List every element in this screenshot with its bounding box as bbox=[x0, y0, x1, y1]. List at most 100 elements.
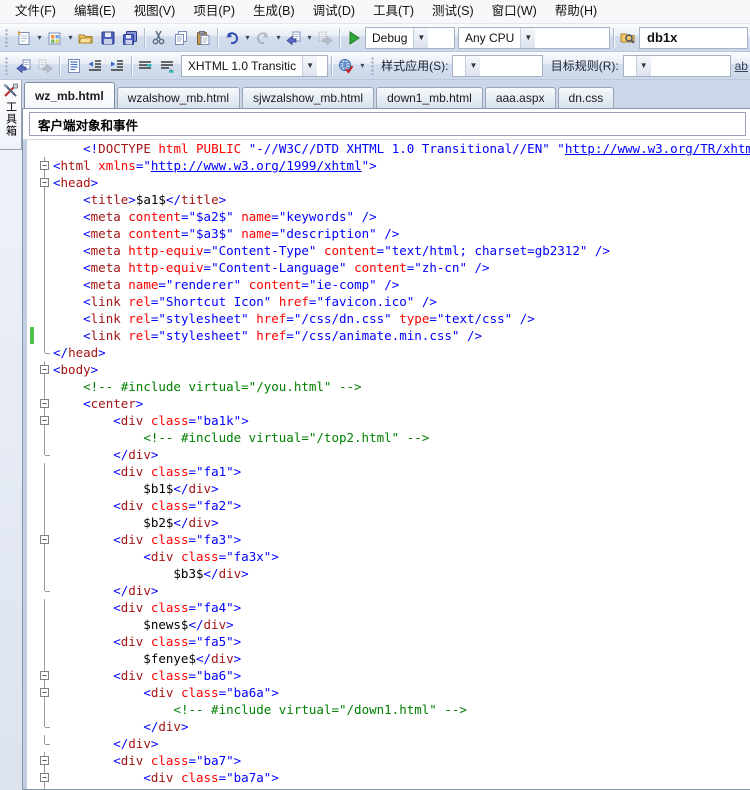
code-line[interactable]: </head> bbox=[27, 344, 750, 361]
tab-wzalshow-mb-html[interactable]: wzalshow_mb.html bbox=[117, 87, 240, 108]
code-line[interactable]: </div> bbox=[27, 735, 750, 752]
code-line[interactable]: − <div class="ba7a"> bbox=[27, 769, 750, 786]
save-icon[interactable] bbox=[97, 27, 119, 49]
code-line[interactable]: − <div class="ba6"> bbox=[27, 667, 750, 684]
code-line[interactable]: − <div class="ba1k"> bbox=[27, 412, 750, 429]
fold-toggle-icon[interactable]: − bbox=[40, 773, 49, 782]
code-line[interactable]: <div class="fa1"> bbox=[27, 463, 750, 480]
debug-config-combo[interactable]: Debug ▼ bbox=[365, 27, 455, 49]
copy-icon[interactable] bbox=[170, 27, 192, 49]
code-line[interactable]: −<head> bbox=[27, 174, 750, 191]
format-document-icon[interactable] bbox=[63, 55, 85, 77]
back-icon[interactable] bbox=[13, 55, 35, 77]
open-file-icon[interactable] bbox=[75, 27, 97, 49]
code-line[interactable]: $b1$</div> bbox=[27, 480, 750, 497]
paste-icon[interactable] bbox=[192, 27, 214, 49]
tab-sjwzalshow-mb-html[interactable]: sjwzalshow_mb.html bbox=[242, 87, 374, 108]
menu-item-7[interactable]: 测试(S) bbox=[423, 0, 483, 23]
new-file-dropdown-icon[interactable]: ▾ bbox=[35, 33, 44, 42]
tab-dn-css[interactable]: dn.css bbox=[558, 87, 615, 108]
toolbox-tab[interactable]: 工具箱 bbox=[0, 80, 22, 150]
code-line[interactable]: <!-- #include virtual="/top2.html" --> bbox=[27, 429, 750, 446]
doctype-combo[interactable]: XHTML 1.0 Transitic ▼ bbox=[181, 55, 328, 77]
comment-lines-icon[interactable] bbox=[135, 55, 157, 77]
fold-toggle-icon[interactable]: − bbox=[40, 671, 49, 680]
code-line[interactable]: − <div class="fa3"> bbox=[27, 531, 750, 548]
new-file-icon[interactable] bbox=[13, 27, 35, 49]
code-line[interactable]: $b2$</div> bbox=[27, 514, 750, 531]
code-line[interactable]: <div class="fa4"> bbox=[27, 599, 750, 616]
code-line[interactable]: <!-- #include virtual="/you.html" --> bbox=[27, 378, 750, 395]
navigate-forward-icon[interactable] bbox=[314, 27, 336, 49]
decrease-indent-icon[interactable] bbox=[85, 55, 107, 77]
redo-icon[interactable] bbox=[252, 27, 274, 49]
code-line[interactable]: <title>$a1$</title> bbox=[27, 191, 750, 208]
fold-toggle-icon[interactable]: − bbox=[40, 416, 49, 425]
start-debug-icon[interactable] bbox=[343, 27, 365, 49]
toolbar-grip[interactable] bbox=[5, 29, 10, 47]
redo-dropdown-icon[interactable]: ▾ bbox=[274, 33, 283, 42]
tab-wz-mb-html[interactable]: wz_mb.html bbox=[24, 82, 115, 108]
menu-item-4[interactable]: 生成(B) bbox=[244, 0, 304, 23]
check-style-icon[interactable] bbox=[335, 55, 357, 77]
code-line[interactable]: −<body> bbox=[27, 361, 750, 378]
code-line[interactable]: <!-- #include virtual="/down1.html" --> bbox=[27, 701, 750, 718]
fold-toggle-icon[interactable]: − bbox=[40, 535, 49, 544]
undo-dropdown-icon[interactable]: ▾ bbox=[243, 33, 252, 42]
code-line[interactable]: <link rel="stylesheet" href="/css/dn.css… bbox=[27, 310, 750, 327]
code-line[interactable]: <link rel="stylesheet" href="/css/animat… bbox=[27, 327, 750, 344]
fold-toggle-icon[interactable]: − bbox=[40, 178, 49, 187]
code-line[interactable]: − <center> bbox=[27, 395, 750, 412]
cut-icon[interactable] bbox=[148, 27, 170, 49]
tab-down1-mb-html[interactable]: down1_mb.html bbox=[376, 87, 483, 108]
code-line[interactable]: <!-- #include virtual="/down2.html" --> bbox=[27, 786, 750, 789]
code-line[interactable]: <link rel="Shortcut Icon" href="favicon.… bbox=[27, 293, 750, 310]
increase-indent-icon[interactable] bbox=[106, 55, 128, 77]
navigate-backward-dropdown-icon[interactable]: ▾ bbox=[305, 33, 314, 42]
uncomment-lines-icon[interactable] bbox=[156, 55, 178, 77]
code-line[interactable]: −<html xmlns="http://www.w3.org/1999/xht… bbox=[27, 157, 750, 174]
code-line[interactable]: </div> bbox=[27, 446, 750, 463]
code-line[interactable]: $b3$</div> bbox=[27, 565, 750, 582]
code-line[interactable]: $fenye$</div> bbox=[27, 650, 750, 667]
code-line[interactable]: − <div class="ba6a"> bbox=[27, 684, 750, 701]
menu-item-1[interactable]: 编辑(E) bbox=[65, 0, 125, 23]
target-rule-combo[interactable]: ▼ bbox=[623, 55, 731, 77]
code-line[interactable]: </div> bbox=[27, 718, 750, 735]
code-line[interactable]: <div class="fa5"> bbox=[27, 633, 750, 650]
menu-item-6[interactable]: 工具(T) bbox=[364, 0, 423, 23]
menu-item-3[interactable]: 项目(P) bbox=[184, 0, 244, 23]
tab-aaa-aspx[interactable]: aaa.aspx bbox=[485, 87, 556, 108]
menu-item-2[interactable]: 视图(V) bbox=[125, 0, 185, 23]
fold-toggle-icon[interactable]: − bbox=[40, 756, 49, 765]
code-line[interactable]: </div> bbox=[27, 582, 750, 599]
search-input[interactable]: db1x bbox=[639, 27, 748, 49]
menu-item-0[interactable]: 文件(F) bbox=[6, 0, 65, 23]
code-line[interactable]: <meta http-equiv="Content-Language" cont… bbox=[27, 259, 750, 276]
toolbar-grip[interactable] bbox=[5, 57, 10, 75]
fold-toggle-icon[interactable]: − bbox=[40, 161, 49, 170]
add-item-dropdown-icon[interactable]: ▾ bbox=[66, 33, 75, 42]
menu-item-8[interactable]: 窗口(W) bbox=[483, 0, 546, 23]
code-editor[interactable]: <!DOCTYPE html PUBLIC "-//W3C//DTD XHTML… bbox=[23, 140, 750, 789]
style-apply-combo[interactable]: ▼ bbox=[452, 55, 542, 77]
menu-item-5[interactable]: 调试(D) bbox=[304, 0, 364, 23]
toolbar-overflow-icon[interactable]: ▾ bbox=[356, 61, 368, 70]
code-line[interactable]: <meta content="$a3$" name="description" … bbox=[27, 225, 750, 242]
find-in-files-icon[interactable] bbox=[617, 27, 639, 49]
platform-combo[interactable]: Any CPU ▼ bbox=[458, 27, 610, 49]
code-line[interactable]: <meta name="renderer" content="ie-comp" … bbox=[27, 276, 750, 293]
code-line[interactable]: <div class="fa3x"> bbox=[27, 548, 750, 565]
code-line[interactable]: $news$</div> bbox=[27, 616, 750, 633]
code-line[interactable]: <meta http-equiv="Content-Type" content=… bbox=[27, 242, 750, 259]
add-item-icon[interactable] bbox=[44, 27, 66, 49]
save-all-icon[interactable] bbox=[119, 27, 141, 49]
fold-toggle-icon[interactable]: − bbox=[40, 688, 49, 697]
code-line[interactable]: <!DOCTYPE html PUBLIC "-//W3C//DTD XHTML… bbox=[27, 140, 750, 157]
fold-toggle-icon[interactable]: − bbox=[40, 399, 49, 408]
toolbar-grip[interactable] bbox=[371, 57, 376, 75]
client-objects-combo[interactable]: 客户端对象和事件 bbox=[29, 112, 746, 136]
forward-icon[interactable] bbox=[34, 55, 56, 77]
fold-toggle-icon[interactable]: − bbox=[40, 365, 49, 374]
code-line[interactable]: <div class="fa2"> bbox=[27, 497, 750, 514]
